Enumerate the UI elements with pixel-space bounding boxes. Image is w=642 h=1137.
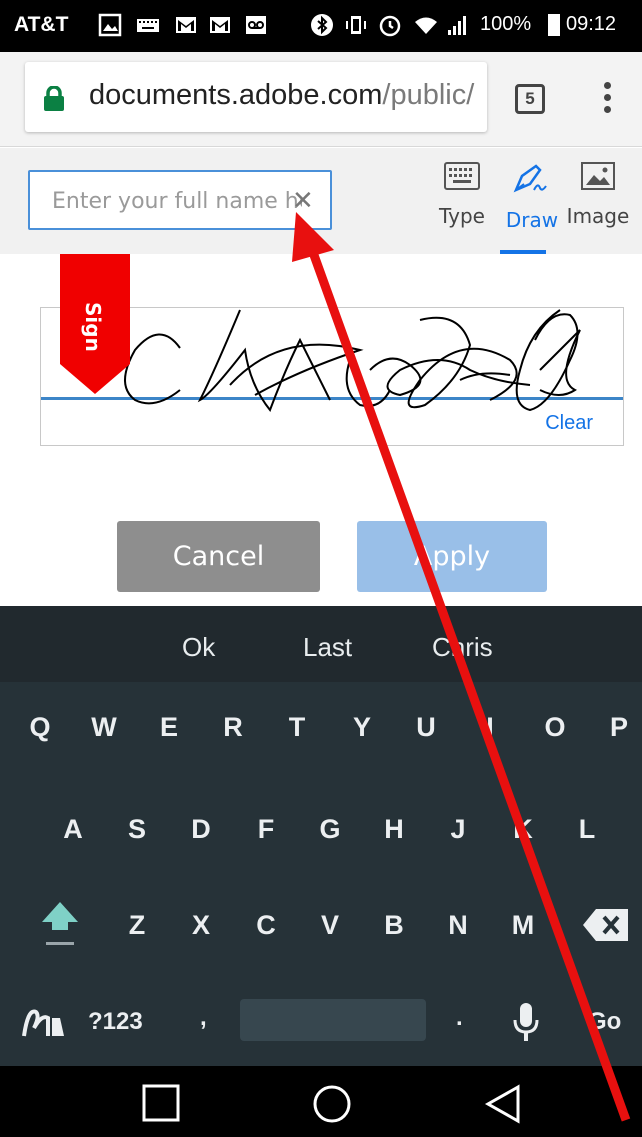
suggestion-3[interactable]: Chris (432, 632, 493, 663)
name-input[interactable] (52, 186, 302, 216)
backspace-icon[interactable] (582, 908, 630, 942)
image-icon (581, 162, 615, 190)
tab-switcher-button[interactable]: 5 (515, 84, 545, 114)
name-field[interactable]: ✕ (28, 170, 332, 230)
pen-icon (513, 164, 547, 193)
bluetooth-icon (311, 14, 333, 36)
key-w[interactable]: W (82, 712, 126, 743)
url-path: /public/ (382, 79, 475, 111)
comma-key[interactable]: , (200, 1004, 207, 1032)
key-j[interactable]: J (436, 814, 480, 845)
key-u[interactable]: U (404, 712, 448, 743)
sign-flag-label: Sign (81, 302, 105, 352)
key-x[interactable]: X (179, 910, 223, 941)
suggestion-strip: Ok Last Chris (0, 606, 642, 682)
battery-icon (548, 14, 560, 36)
url-text: documents.adobe.com/public/ (89, 79, 474, 112)
period-key[interactable]: . (456, 1004, 463, 1032)
cancel-button[interactable]: Cancel (117, 521, 320, 592)
key-v[interactable]: V (308, 910, 352, 941)
recents-icon[interactable] (142, 1084, 180, 1122)
apply-button[interactable]: Apply (357, 521, 547, 592)
keyboard-notification-icon (137, 19, 159, 32)
suggestion-2[interactable]: Last (303, 632, 352, 663)
browser-toolbar: documents.adobe.com/public/ 5 (0, 52, 642, 147)
gmail-icon (176, 17, 196, 33)
wifi-icon (415, 17, 437, 34)
back-icon[interactable] (484, 1084, 522, 1124)
key-h[interactable]: H (372, 814, 416, 845)
url-host: documents.adobe.com (89, 79, 383, 111)
sign-here-flag: Sign (60, 254, 130, 394)
key-e[interactable]: E (147, 712, 191, 743)
tab-image-label: Image (566, 204, 630, 228)
key-c[interactable]: C (244, 910, 288, 941)
key-k[interactable]: K (501, 814, 545, 845)
image-notification-icon (98, 13, 122, 37)
alarm-icon (379, 15, 401, 37)
tab-type[interactable]: Type (426, 162, 498, 254)
tab-type-label: Type (439, 204, 485, 228)
clock: 09:12 (566, 13, 617, 35)
key-g[interactable]: G (308, 814, 352, 845)
key-l[interactable]: L (565, 814, 609, 845)
key-s[interactable]: S (115, 814, 159, 845)
overflow-menu-icon[interactable] (604, 82, 614, 118)
key-b[interactable]: B (372, 910, 416, 941)
soft-keyboard: Ok Last Chris Q W E R T Y U I O P A S D … (0, 606, 642, 1066)
key-o[interactable]: O (533, 712, 577, 743)
key-z[interactable]: Z (115, 910, 159, 941)
lock-icon (44, 86, 64, 111)
address-bar[interactable]: documents.adobe.com/public/ (25, 62, 487, 132)
clear-input-icon[interactable]: ✕ (292, 186, 314, 216)
key-q[interactable]: Q (18, 712, 62, 743)
handwriting-icon[interactable] (22, 1004, 66, 1038)
symbols-key[interactable]: ?123 (88, 1008, 143, 1036)
active-tab-indicator (500, 250, 546, 254)
tab-draw[interactable]: Draw (496, 162, 568, 254)
key-t[interactable]: T (275, 712, 319, 743)
key-y[interactable]: Y (340, 712, 384, 743)
shift-icon[interactable] (40, 900, 80, 946)
key-f[interactable]: F (244, 814, 288, 845)
keyboard-icon (444, 162, 480, 190)
go-key[interactable]: Go (588, 1008, 621, 1036)
carrier-label: AT&T (14, 13, 69, 36)
tab-image[interactable]: Image (562, 162, 634, 254)
tab-draw-label: Draw (505, 208, 559, 232)
key-r[interactable]: R (211, 712, 255, 743)
voicemail-icon (246, 16, 266, 34)
key-n[interactable]: N (436, 910, 480, 941)
key-m[interactable]: M (501, 910, 545, 941)
signal-icon (448, 16, 466, 35)
gmail-icon-2 (210, 17, 230, 33)
navigation-bar (0, 1066, 642, 1137)
key-a[interactable]: A (51, 814, 95, 845)
space-bar[interactable] (240, 999, 426, 1041)
home-icon[interactable] (312, 1084, 352, 1124)
key-p[interactable]: P (597, 712, 641, 743)
status-bar: AT&T 100% 09:12 (0, 0, 642, 52)
battery-percent: 100% (480, 13, 532, 35)
microphone-icon[interactable] (512, 1002, 540, 1042)
key-d[interactable]: D (179, 814, 223, 845)
signature-toolbar: ✕ Type Draw Image (0, 148, 642, 254)
suggestion-1[interactable]: Ok (182, 632, 215, 663)
vibrate-icon (346, 16, 366, 34)
key-i[interactable]: I (468, 712, 512, 743)
